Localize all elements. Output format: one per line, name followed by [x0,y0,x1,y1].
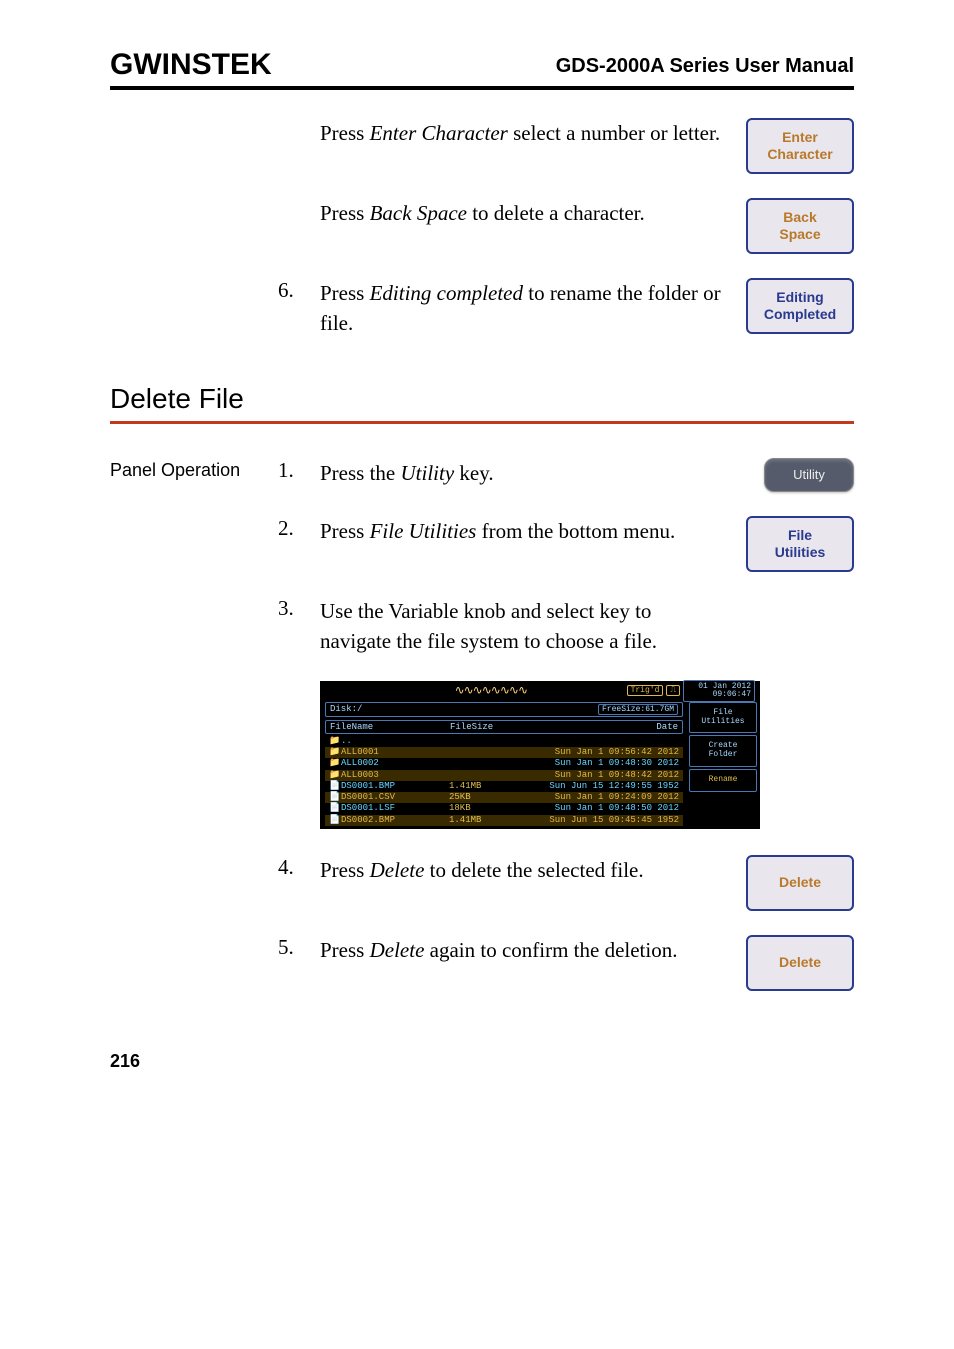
file-size: 1.41MB [449,815,539,826]
step-text: Press the Utility key. [320,458,734,488]
file-list-row[interactable]: 📁ALL0001 Sun Jan 1 09:56:42 2012 [325,747,683,758]
step-text: Press Delete to delete the selected file… [320,855,734,885]
manual-title: GDS-2000A Series User Manual [556,55,854,82]
file-list-row[interactable]: 📁ALL0003 Sun Jan 1 09:48:42 2012 [325,770,683,781]
file-name: DS0001.CSV [341,792,449,803]
page-number: 216 [110,1051,854,1072]
file-size [449,770,539,781]
step-number: 3. [278,596,320,621]
folder-icon: 📁 [329,770,341,781]
step-text: Press File Utilities from the bottom men… [320,516,734,546]
step-number: 1. [278,458,320,483]
folder-icon: 📁 [329,747,341,758]
file-name: DS0001.LSF [341,803,449,814]
file-date: Sun Jan 1 09:48:42 2012 [539,770,679,781]
side-softkey[interactable]: Rename [689,769,757,792]
file-icon: 📄 [329,792,341,803]
file-date [539,736,679,747]
page-header: GWINSTEK GDS-2000A Series User Manual [110,48,854,90]
file-list-row[interactable]: 📄DS0002.BMP1.41MBSun Jun 15 09:45:45 195… [325,815,683,826]
softkey-button[interactable]: Delete [746,935,854,991]
file-date: Sun Jan 1 09:48:30 2012 [539,758,679,769]
file-size: 25KB [449,792,539,803]
softkey-button[interactable]: BackSpace [746,198,854,254]
heading-rule [110,421,854,424]
trigger-badge: Trig'd [627,685,664,696]
file-icon: 📄 [329,781,341,792]
file-list-header: FileName FileSize Date [325,720,683,734]
file-size: 1.41MB [449,781,539,792]
file-date: Sun Jun 15 12:49:55 1952 [539,781,679,792]
file-name: DS0002.BMP [341,815,449,826]
file-icon: 📄 [329,803,341,814]
file-name: ALL0003 [341,770,449,781]
file-list-row[interactable]: 📁ALL0002 Sun Jan 1 09:48:30 2012 [325,758,683,769]
file-list-row[interactable]: 📄DS0001.CSV25KBSun Jan 1 09:24:09 2012 [325,792,683,803]
file-name: ALL0001 [341,747,449,758]
step-number: 4. [278,855,320,880]
file-size [449,736,539,747]
datetime-box: 01 Jan 2012 09:06:47 [683,680,755,702]
file-system-screenshot: ∿∿∿∿∿∿∿∿ Trig'd ⎍ 01 Jan 2012 09:06:47 D… [320,681,760,829]
step-text: Press Back Space to delete a character. [320,198,734,228]
file-list-row[interactable]: 📁.. [325,736,683,747]
folder-icon: 📁 [329,758,341,769]
file-size [449,758,539,769]
file-size [449,747,539,758]
step-text: Press Delete again to confirm the deleti… [320,935,734,965]
file-list-row[interactable]: 📄DS0001.BMP1.41MBSun Jun 15 12:49:55 195… [325,781,683,792]
file-name: ALL0002 [341,758,449,769]
section-heading-delete-file: Delete File [110,383,854,415]
file-name: DS0001.BMP [341,781,449,792]
trigger-edge-icon: ⎍ [666,685,680,696]
panel-operation-label: Panel Operation [110,458,278,481]
softkey-button[interactable]: FileUtilities [746,516,854,572]
side-softkey[interactable]: Create Folder [689,735,757,767]
file-date: Sun Jan 1 09:48:50 2012 [539,803,679,814]
waveform-icon: ∿∿∿∿∿∿∿∿ [355,683,627,698]
file-size: 18KB [449,803,539,814]
free-size: FreeSize:61.7GM [598,704,678,715]
file-date: Sun Jun 15 09:45:45 1952 [539,815,679,826]
file-icon: 📄 [329,815,341,826]
softkey-button[interactable]: EnterCharacter [746,118,854,174]
step-number: 2. [278,516,320,541]
folder-icon: 📁 [329,736,341,747]
softkey-button[interactable]: Delete [746,855,854,911]
side-softkey[interactable]: File Utilities [689,702,757,734]
file-date: Sun Jan 1 09:56:42 2012 [539,747,679,758]
step-number: 6. [278,278,320,303]
step-number: 5. [278,935,320,960]
brand-logo: GWINSTEK [110,48,272,82]
step-text: Press Editing completed to rename the fo… [320,278,734,339]
panel-operation-label [110,596,278,598]
panel-operation-label [110,516,278,518]
step-text: Press Enter Character select a number or… [320,118,734,148]
file-date: Sun Jan 1 09:24:09 2012 [539,792,679,803]
softkey-button[interactable]: EditingCompleted [746,278,854,334]
step-text: Use the Variable knob and select key to … [320,596,734,657]
file-name: .. [341,736,449,747]
logo-text: GWINSTEK [110,48,272,82]
hardkey-button[interactable]: Utility [764,458,854,492]
file-list-row[interactable]: 📄DS0001.LSF18KBSun Jan 1 09:48:50 2012 [325,803,683,814]
disk-path: Disk:/ [330,704,362,715]
